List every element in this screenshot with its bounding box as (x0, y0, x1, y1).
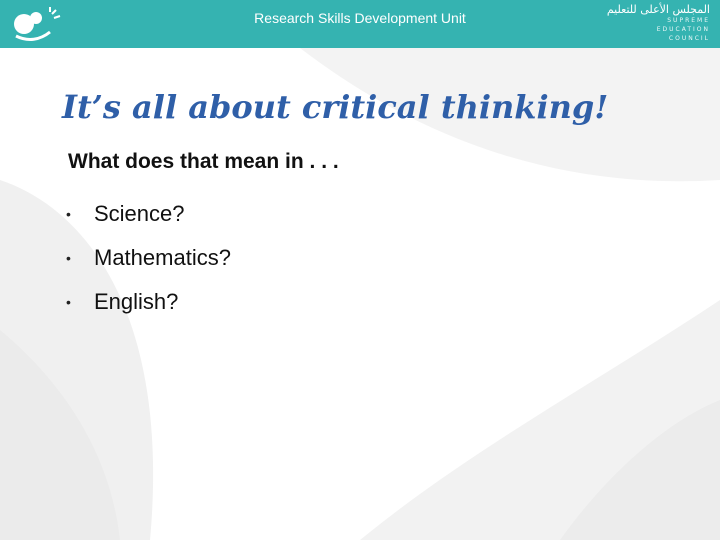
bullet-text: Science? (94, 201, 185, 226)
bullet-text: Mathematics? (94, 245, 231, 270)
logo-line: COUNCIL (668, 35, 710, 42)
bullet-icon: • (66, 294, 71, 310)
slide-subtitle: What does that mean in . . . (68, 150, 339, 173)
logo-line: EDUCATION (656, 26, 710, 33)
logo-arabic-text: المجلس الأعلى للتعليم (606, 3, 710, 16)
bullet-text: English? (94, 289, 179, 314)
bullet-icon: • (66, 250, 71, 266)
list-item: • Science? (66, 192, 231, 236)
list-item: • Mathematics? (66, 236, 231, 280)
header-bar: Research Skills Development Unit المجلس … (0, 0, 720, 48)
bullet-icon: • (66, 206, 71, 222)
bullet-list: • Science? • Mathematics? • English? (66, 192, 231, 324)
logo-line: SUPREME (667, 17, 710, 24)
council-logo-text: المجلس الأعلى للتعليم SUPREME EDUCATION … (600, 3, 710, 43)
list-item: • English? (66, 280, 231, 324)
slide-title: It’s all about critical thinking! (62, 88, 609, 126)
